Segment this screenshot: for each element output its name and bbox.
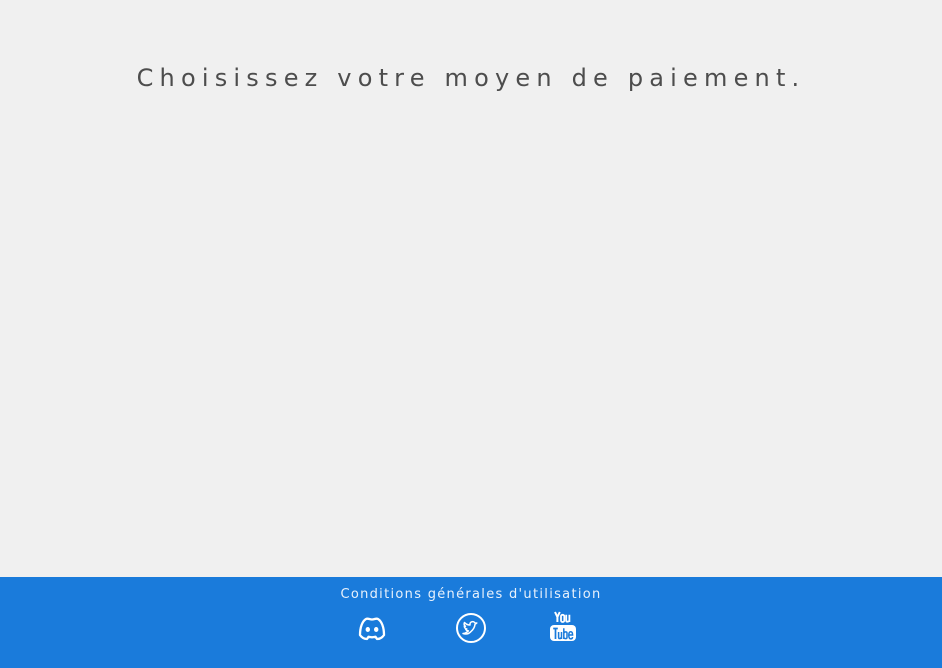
discord-icon (354, 611, 390, 647)
social-links (0, 611, 942, 647)
twitter-icon (453, 611, 489, 647)
footer: Conditions générales d'utilisation (0, 577, 942, 668)
youtube-icon (545, 611, 581, 647)
terms-of-use-link[interactable]: Conditions générales d'utilisation (0, 587, 942, 602)
youtube-link[interactable] (545, 611, 581, 647)
twitter-link[interactable] (453, 611, 489, 647)
page: Choisissez votre moyen de paiement. Cond… (0, 0, 942, 668)
page-title: Choisissez votre moyen de paiement. (136, 64, 806, 92)
discord-link[interactable] (354, 611, 390, 647)
main-content: Choisissez votre moyen de paiement. (0, 0, 942, 577)
